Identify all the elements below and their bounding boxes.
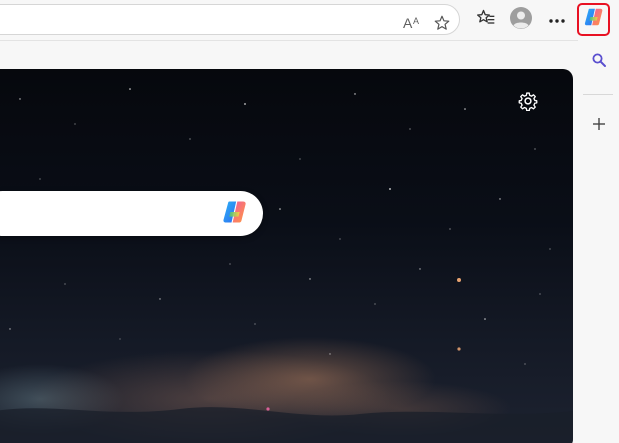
browser-window: A A	[0, 0, 619, 443]
favorites-button[interactable]	[471, 5, 501, 35]
copilot-icon	[221, 198, 249, 231]
sidebar-divider	[583, 94, 613, 95]
search-input[interactable]	[10, 201, 214, 228]
copilot-icon	[583, 6, 605, 33]
svg-text:A: A	[403, 15, 413, 31]
copilot-button[interactable]	[577, 3, 610, 36]
settings-button[interactable]	[516, 91, 540, 115]
sidebar	[578, 40, 619, 443]
plus-icon	[591, 116, 607, 137]
search-box[interactable]	[0, 191, 263, 236]
toolbar-divider	[0, 40, 578, 41]
more-dots-icon	[548, 11, 566, 29]
search-icon	[590, 51, 608, 74]
add-favorite-icon[interactable]	[432, 13, 452, 33]
profile-button[interactable]	[506, 5, 536, 35]
read-aloud-icon[interactable]: A A	[402, 13, 422, 33]
browser-toolbar: A A	[0, 0, 619, 40]
search-copilot-button[interactable]	[220, 199, 250, 229]
profile-avatar-icon	[509, 6, 533, 35]
favorites-list-icon	[476, 8, 496, 33]
sidebar-search-button[interactable]	[582, 46, 615, 79]
gear-icon	[518, 91, 538, 116]
starfield	[0, 88, 573, 443]
svg-text:A: A	[413, 16, 419, 26]
new-tab-background	[0, 69, 573, 443]
more-options-button[interactable]	[542, 5, 572, 35]
sidebar-add-button[interactable]	[582, 110, 615, 143]
address-bar[interactable]: A A	[0, 4, 460, 35]
